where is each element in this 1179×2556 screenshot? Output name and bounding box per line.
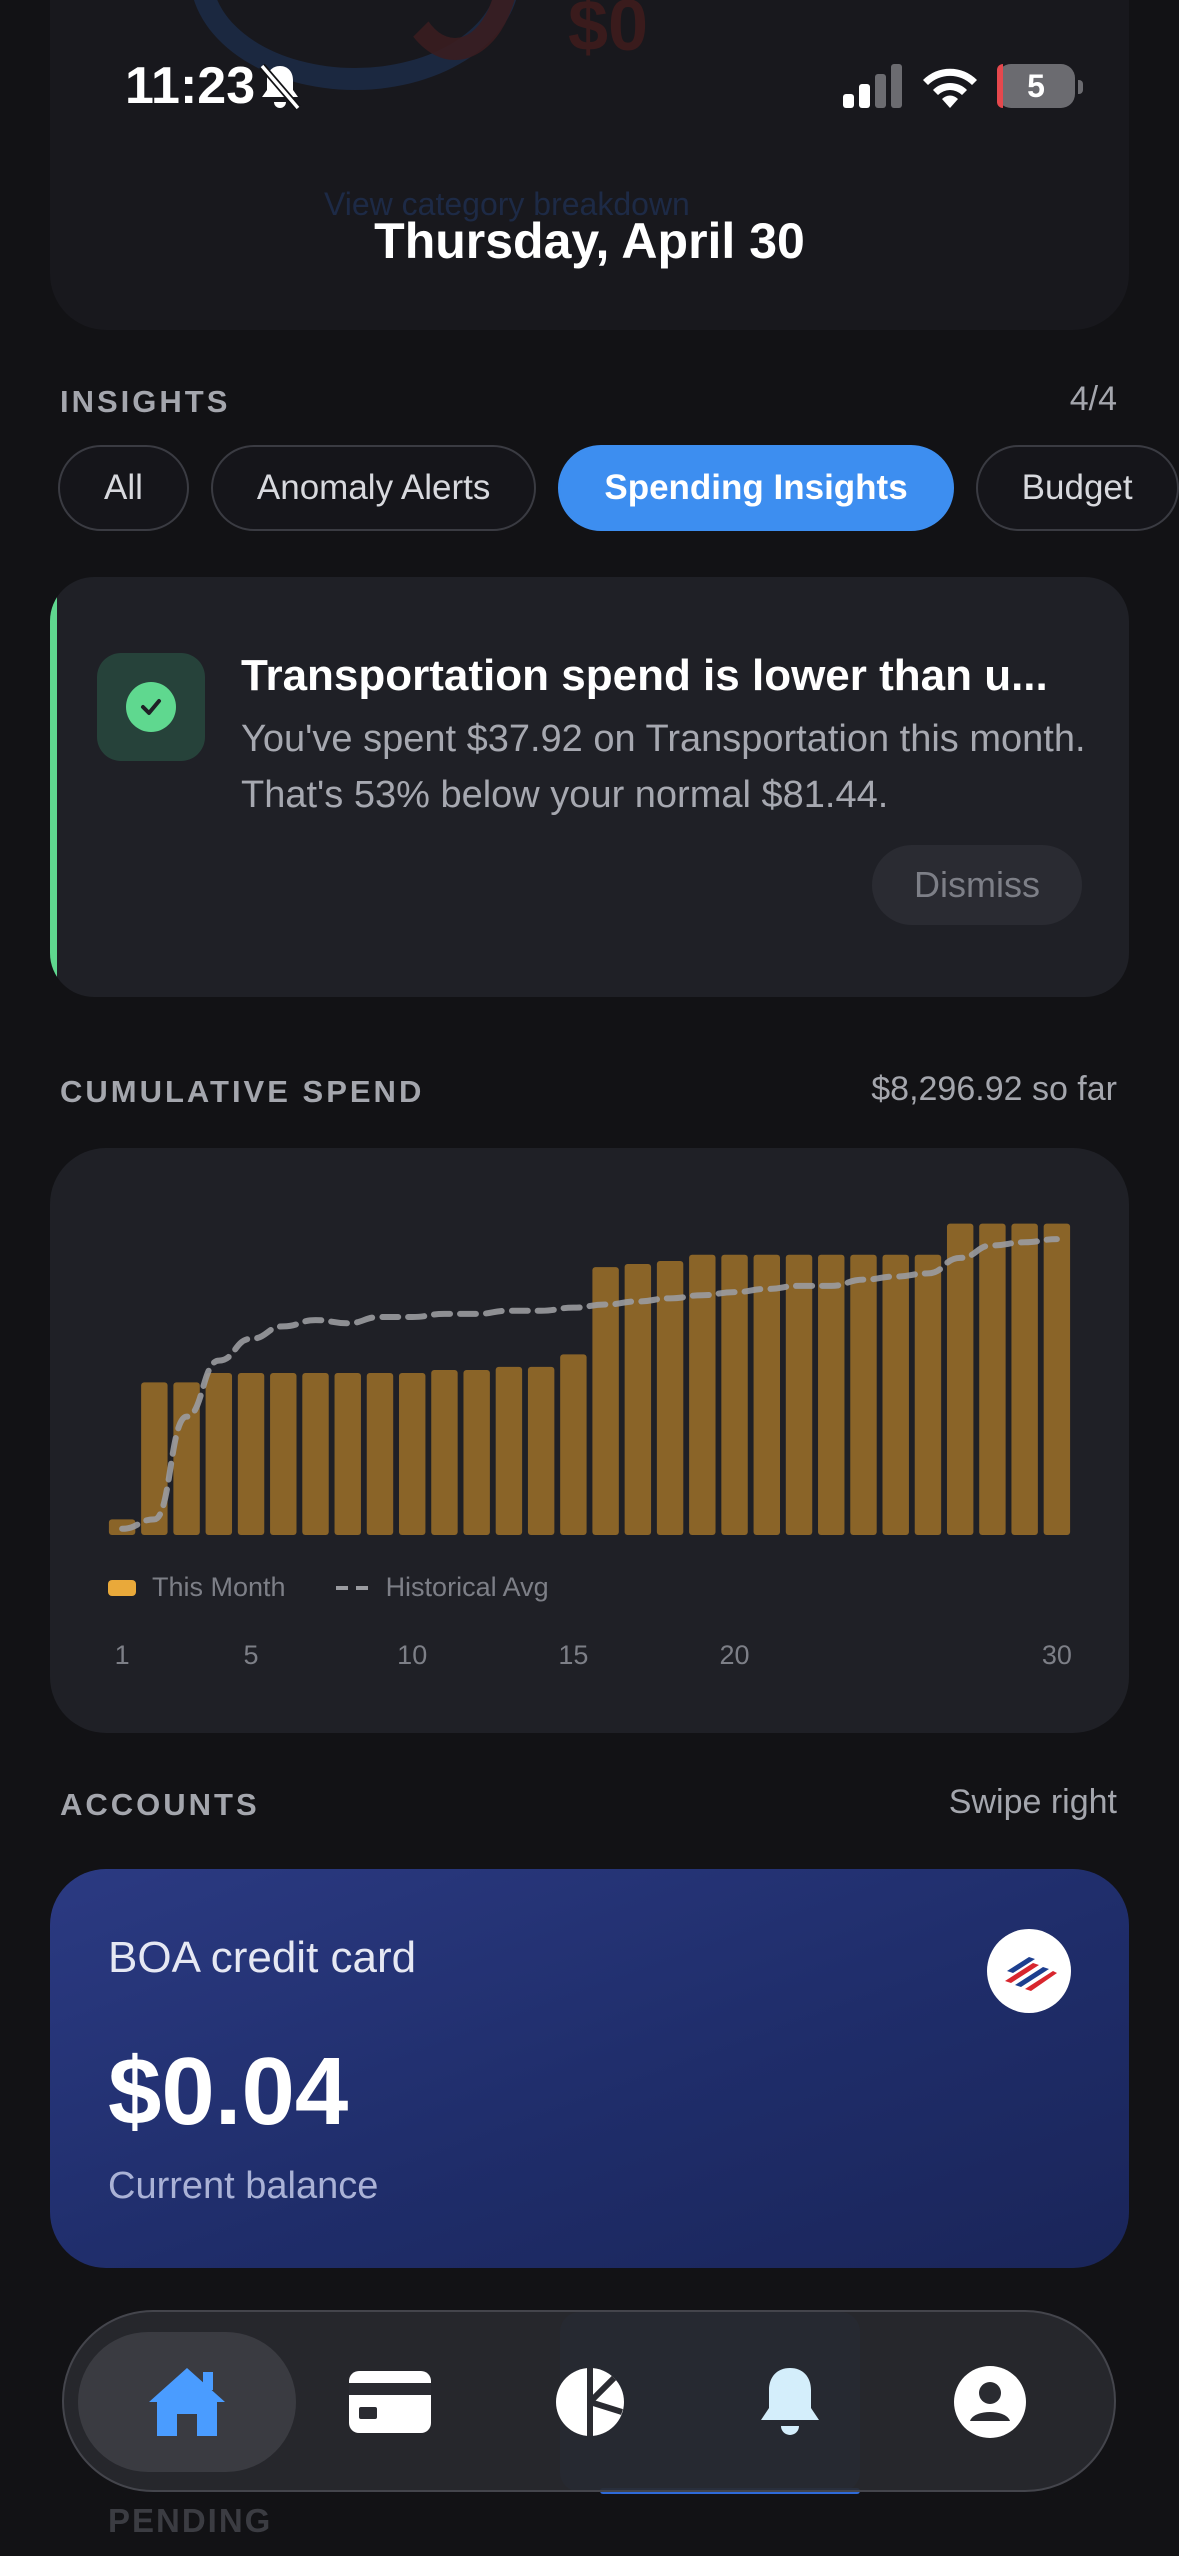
insights-label: INSIGHTS: [60, 384, 231, 419]
insight-body: You've spent $37.92 on Transportation th…: [241, 718, 1086, 816]
tab-home[interactable]: [78, 2332, 296, 2472]
dismiss-button[interactable]: Dismiss: [872, 845, 1082, 925]
bar-day-20: [721, 1254, 748, 1535]
bar-day-15: [560, 1354, 587, 1535]
battery-indicator: 5: [997, 64, 1083, 108]
bar-day-7: [302, 1373, 329, 1535]
bar-day-10: [399, 1373, 426, 1535]
card-icon: [349, 2371, 431, 2433]
bar-day-23: [818, 1254, 845, 1535]
bar-day-6: [270, 1373, 297, 1535]
x-tick-10: 10: [397, 1640, 428, 1670]
bottom-tab-bar: [62, 2310, 1116, 2492]
x-tick-20: 20: [719, 1640, 750, 1670]
x-tick-15: 15: [558, 1640, 589, 1670]
account-card[interactable]: BOA credit card $0.04 Current balance: [50, 1869, 1129, 2268]
home-icon: [149, 2368, 225, 2436]
bar-day-24: [850, 1254, 877, 1535]
summary-amount: $0: [568, 0, 649, 66]
x-tick-5: 5: [243, 1640, 259, 1670]
chart-plot: [108, 1223, 1071, 1535]
bar-day-8: [334, 1373, 361, 1535]
chart-legend: This Month Historical Avg: [108, 1572, 549, 1603]
x-tick-1: 1: [114, 1640, 130, 1670]
profile-icon: [954, 2366, 1026, 2438]
cumulative-spend-chart: This Month Historical Avg 1 5 10 15 20 30: [50, 1148, 1129, 1733]
cumulative-spend-total: $8,296.92 so far: [871, 1070, 1117, 1108]
status-time: 11:23: [125, 57, 256, 115]
filter-chip-spending-insights[interactable]: Spending Insights: [558, 445, 954, 531]
page-title: Thursday, April 30: [374, 213, 805, 269]
account-balance: $0.04: [108, 2038, 349, 2145]
legend-swatch-this-month: [108, 1579, 136, 1596]
legend-swatch-historical: [335, 1585, 370, 1590]
filter-chip-all[interactable]: All: [58, 445, 189, 531]
insight-filter-chips: All Anomaly Alerts Spending Insights Bud…: [58, 445, 1179, 531]
bar-day-30: [1043, 1223, 1071, 1535]
account-name: BOA credit card: [108, 1933, 417, 1982]
bar-day-18: [656, 1260, 684, 1535]
bar-day-22: [785, 1254, 813, 1535]
pie-chart-icon: [556, 2368, 624, 2436]
legend-this-month: This Month: [152, 1572, 286, 1602]
tab-profile[interactable]: [920, 2332, 1060, 2472]
bar-day-2: [141, 1382, 168, 1535]
bar-day-11: [431, 1369, 458, 1535]
checkmark-icon: [126, 682, 176, 732]
bar-day-14: [527, 1366, 555, 1535]
account-balance-label: Current balance: [108, 2165, 379, 2207]
x-tick-30: 30: [1041, 1640, 1072, 1670]
bar-day-21: [753, 1254, 780, 1535]
accounts-label: ACCOUNTS: [60, 1787, 260, 1822]
tab-accounts[interactable]: [320, 2332, 460, 2472]
bar-day-9: [366, 1373, 394, 1535]
bar-day-12: [463, 1369, 490, 1535]
bar-day-25: [882, 1254, 909, 1535]
bar-day-29: [1011, 1223, 1038, 1535]
bar-day-27: [946, 1223, 974, 1535]
tab-analytics[interactable]: [520, 2332, 660, 2472]
bar-day-4: [205, 1373, 233, 1535]
insights-count: 4/4: [1069, 380, 1117, 418]
insight-accent-bar: [50, 577, 57, 997]
bar-day-26: [914, 1254, 942, 1535]
insight-card: Transportation spend is lower than u... …: [50, 577, 1129, 997]
tab-notifications[interactable]: [720, 2332, 860, 2472]
bar-day-13: [495, 1366, 523, 1535]
bar-day-28: [979, 1223, 1006, 1535]
insight-title: Transportation spend is lower than u...: [241, 651, 1048, 700]
legend-historical-avg: Historical Avg: [385, 1572, 549, 1602]
bell-slash-icon: [259, 63, 301, 111]
cellular-signal-icon: [843, 64, 902, 108]
filter-chip-anomaly-alerts[interactable]: Anomaly Alerts: [210, 445, 537, 531]
filter-chip-budget[interactable]: Budget: [975, 445, 1179, 531]
bell-icon: [761, 2368, 819, 2435]
bar-day-5: [237, 1373, 265, 1535]
cumulative-spend-label: CUMULATIVE SPEND: [60, 1074, 425, 1109]
wifi-icon: [923, 68, 977, 108]
insight-icon-box: [97, 653, 205, 761]
bank-logo-icon: [987, 1929, 1071, 2013]
pending-label: PENDING: [108, 2502, 273, 2539]
accounts-swipe-hint: Swipe right: [948, 1783, 1117, 1821]
